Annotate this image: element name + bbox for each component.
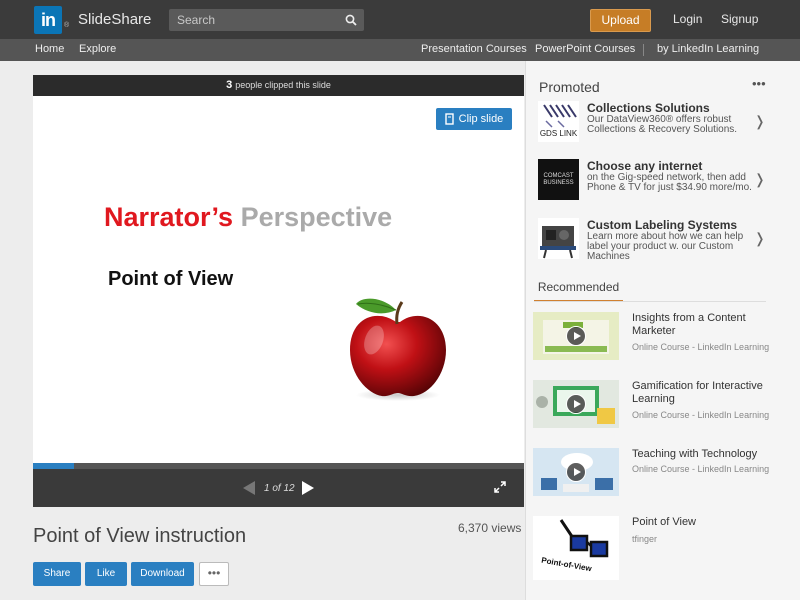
course-title[interactable]: Teaching with Technology	[632, 448, 764, 461]
tab-underline-divider	[534, 301, 766, 302]
ad-description: on the Gig-speed network, then add Phone…	[587, 172, 752, 193]
recommended-item-1[interactable]: Insights from a Content Marketer Online …	[533, 312, 770, 362]
nav-divider	[643, 44, 644, 56]
chevron-right-icon[interactable]: ❭	[754, 171, 766, 188]
recommended-item-4[interactable]: Point-of-View Point of View tfinger	[533, 516, 766, 580]
promoted-more-button[interactable]: •••	[752, 76, 766, 91]
login-link[interactable]: Login	[673, 12, 702, 26]
clip-count-bar: 3 people clipped this slide	[33, 75, 524, 96]
clip-count-text: people clipped this slide	[235, 80, 331, 90]
ad-title[interactable]: Collections Solutions	[587, 101, 710, 115]
course-meta: Online Course - LinkedIn Learning	[632, 464, 770, 474]
nav-home[interactable]: Home	[35, 43, 64, 55]
chevron-right-icon[interactable]: ❭	[754, 230, 766, 247]
more-actions-button[interactable]: •••	[199, 562, 229, 586]
slide-viewer[interactable]: Clip slide Narrator’s Perspective Point …	[33, 96, 524, 463]
slideshare-logo-text[interactable]: SlideShare	[78, 11, 151, 28]
slide-subtitle: Point of View	[108, 268, 234, 290]
download-button[interactable]: Download	[131, 562, 194, 586]
slide-title-part2: Perspective	[240, 202, 393, 232]
search-icon	[345, 14, 357, 26]
chevron-right-icon[interactable]: ❭	[754, 113, 766, 130]
labeling-machine-image	[538, 218, 579, 259]
recommended-item-2[interactable]: Gamification for Interactive Learning On…	[533, 380, 770, 430]
clip-slide-button[interactable]: Clip slide	[436, 108, 512, 130]
course-thumbnail	[533, 448, 619, 496]
ad-title[interactable]: Custom Labeling Systems	[587, 218, 737, 232]
clip-icon	[444, 113, 454, 125]
view-count: 6,370 views	[458, 521, 522, 535]
search-box	[169, 9, 364, 31]
comcast-logo: COMCAST BUSINESS	[538, 159, 579, 200]
course-thumbnail	[533, 312, 619, 360]
course-title[interactable]: Gamification for Interactive Learning	[632, 380, 764, 406]
player-controls: 1 of 12	[33, 469, 524, 507]
promoted-ad-3[interactable]: Custom Labeling Systems Learn more about…	[538, 218, 768, 268]
upload-button[interactable]: Upload	[590, 9, 651, 32]
share-button[interactable]: Share	[33, 562, 81, 586]
slide-title-part1: Narrator’s	[104, 202, 234, 232]
labeling-machine-graphic	[540, 226, 576, 259]
course-meta: Online Course - LinkedIn Learning	[632, 410, 770, 420]
next-slide-icon[interactable]	[301, 480, 315, 496]
gds-link-text: GDS LINK	[539, 129, 578, 138]
previous-slide-icon[interactable]	[242, 480, 256, 496]
play-icon[interactable]	[566, 462, 586, 482]
slide-thumbnail: Point-of-View	[533, 516, 619, 580]
page-indicator: 1 of 12	[264, 483, 295, 494]
course-title[interactable]: Insights from a Content Marketer	[632, 312, 764, 338]
slide-title-link[interactable]: Point of View	[632, 516, 764, 529]
document-title: Point of View instruction	[33, 525, 247, 547]
ad-description: Learn more about how we can help label y…	[587, 231, 744, 262]
promoted-ad-2[interactable]: COMCAST BUSINESS Choose any internet on …	[538, 159, 768, 209]
clip-slide-label: Clip slide	[458, 113, 504, 125]
gds-link-logo: GDS LINK	[538, 101, 579, 142]
promoted-ad-1[interactable]: GDS LINK Collections Solutions Our DataV…	[538, 101, 768, 151]
recommended-item-3[interactable]: Teaching with Technology Online Course -…	[533, 448, 770, 498]
clip-count: 3	[226, 79, 233, 91]
registered-mark: ®	[64, 22, 70, 29]
tab-recommended[interactable]: Recommended	[534, 279, 623, 302]
slide-author[interactable]: tfinger	[632, 534, 657, 544]
promoted-heading: Promoted	[539, 79, 600, 95]
apple-image	[350, 298, 446, 401]
nav-explore[interactable]: Explore	[79, 43, 116, 55]
top-bar: in ® SlideShare Upload Login Signup	[0, 0, 800, 39]
nav-linkedin-learning[interactable]: by LinkedIn Learning	[657, 43, 759, 55]
like-button[interactable]: Like	[85, 562, 127, 586]
signup-link[interactable]: Signup	[721, 12, 758, 26]
search-input[interactable]	[169, 9, 339, 31]
ad-title[interactable]: Choose any internet	[587, 159, 702, 173]
search-button[interactable]	[338, 9, 364, 31]
ad-description: Our DataView360® offers robust Collectio…	[587, 114, 738, 135]
fullscreen-icon[interactable]	[494, 481, 506, 493]
comcast-text: COMCAST BUSINESS	[543, 173, 574, 186]
nav-powerpoint-courses[interactable]: PowerPoint Courses	[535, 43, 635, 55]
nav-presentation-courses[interactable]: Presentation Courses	[421, 43, 527, 55]
play-icon[interactable]	[566, 394, 586, 414]
linkedin-logo-icon[interactable]: in	[34, 6, 62, 34]
course-meta: Online Course - LinkedIn Learning	[632, 342, 770, 352]
play-icon[interactable]	[566, 326, 586, 346]
slide-title: Narrator’s Perspective	[104, 202, 392, 233]
sub-navigation: Home Explore Presentation Courses PowerP…	[0, 39, 800, 61]
course-thumbnail	[533, 380, 619, 428]
